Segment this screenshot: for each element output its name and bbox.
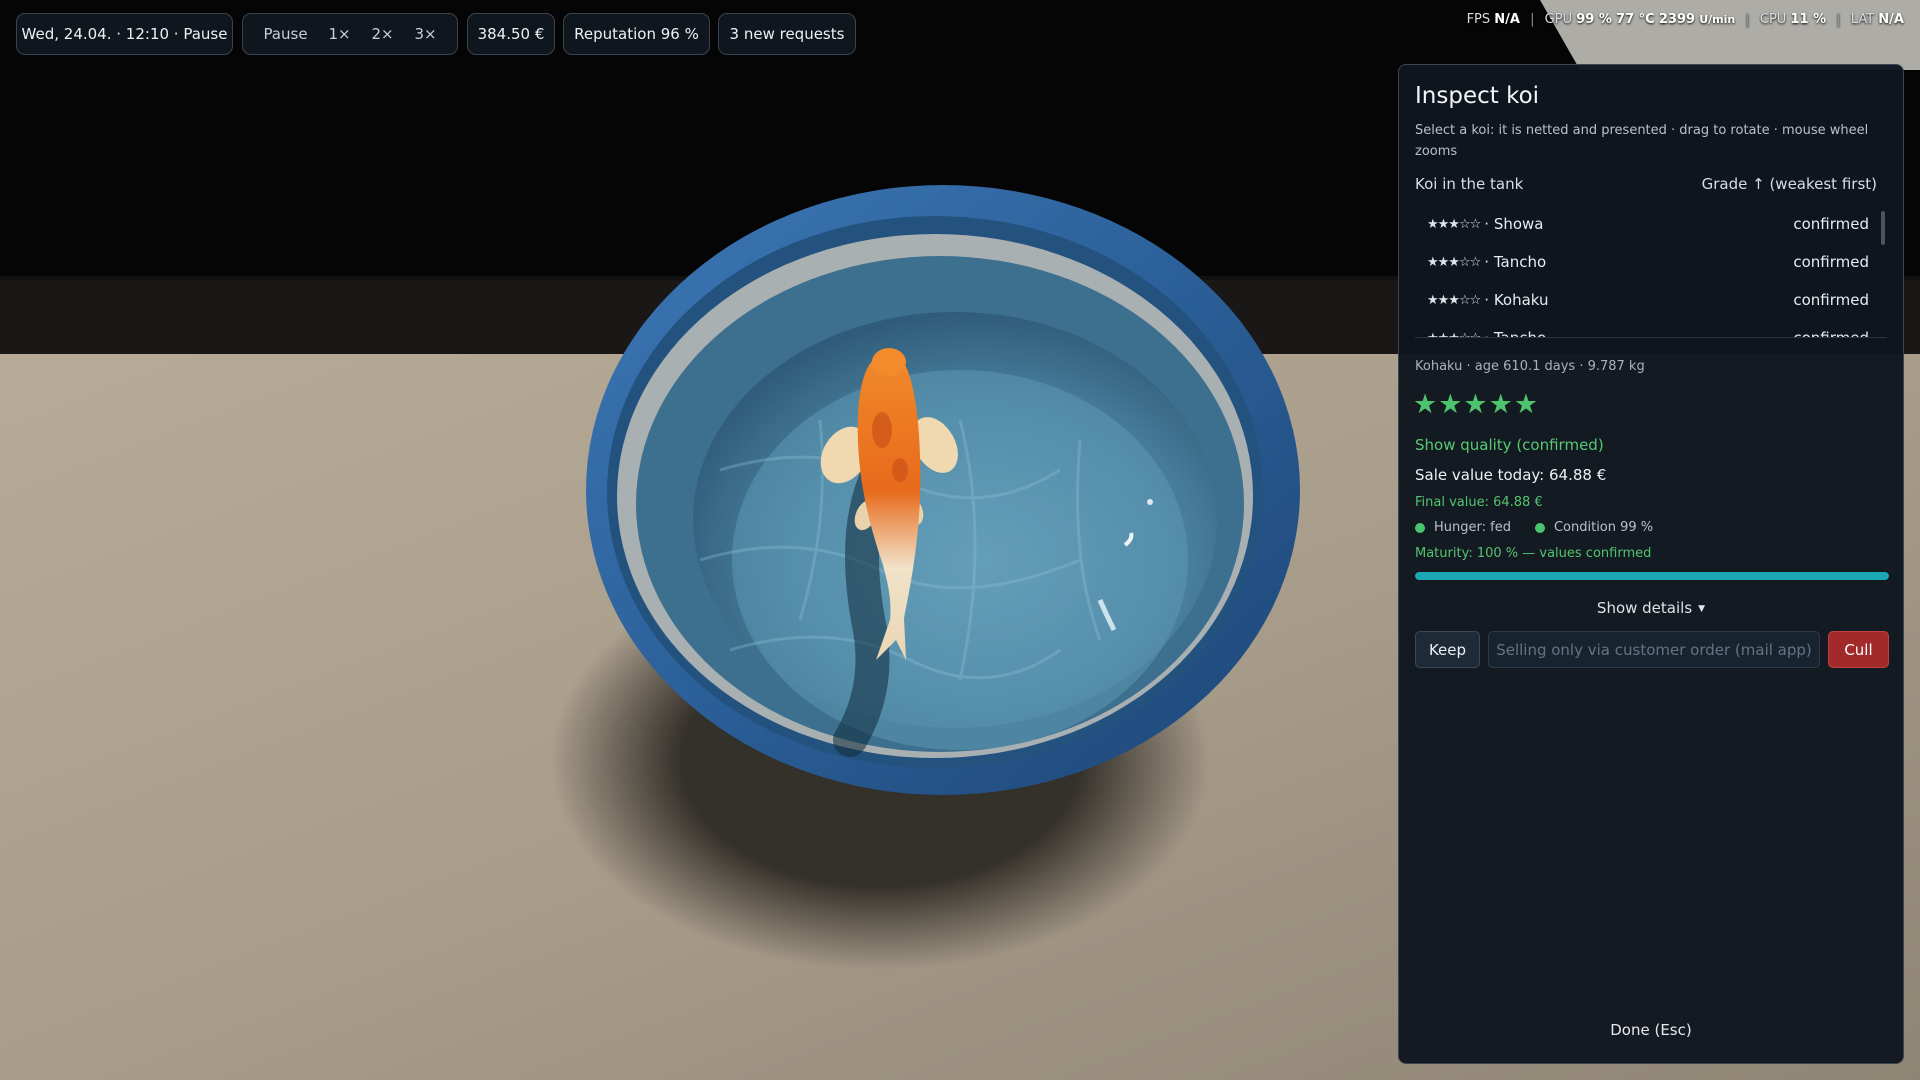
star-icon: ★★★☆☆ [1427, 330, 1481, 338]
gpu-rpm: 2399 [1658, 12, 1696, 27]
koi-status: confirmed [1793, 291, 1869, 309]
star-icon: ★★★☆☆ [1427, 216, 1481, 232]
money-value: 384.50 € [477, 25, 545, 43]
lat-label: LAT [1850, 12, 1875, 27]
fps-value: N/A [1494, 12, 1520, 27]
speed-1x-button[interactable]: 1× [322, 21, 356, 47]
perf-separator: | [1530, 12, 1535, 27]
pause-button[interactable]: Pause [257, 21, 313, 47]
cull-button[interactable]: Cull [1828, 631, 1889, 668]
requests-button[interactable]: 3 new requests [718, 13, 856, 55]
chevron-down-icon: ▼ [1698, 603, 1706, 614]
sell-button-disabled: Selling only via customer order (mail ap… [1488, 631, 1820, 668]
koi-status: confirmed [1793, 329, 1869, 338]
hunger-status: Hunger: fed [1434, 520, 1511, 535]
money-display: 384.50 € [467, 13, 555, 55]
gpu-load: 99 % [1576, 12, 1612, 27]
fps-label: FPS [1466, 12, 1491, 27]
date-time-text: Wed, 24.04. · 12:10 · Pause [21, 25, 228, 43]
perf-separator: | [1745, 12, 1750, 27]
show-quality-label: Show quality (confirmed) [1415, 436, 1604, 454]
gpu-rpm-unit: U/min [1699, 13, 1736, 26]
lat-value: N/A [1878, 12, 1904, 27]
cpu-value: 11 % [1790, 12, 1827, 27]
star-icon: ★★★★★ [1413, 389, 1540, 420]
maturity-progress-fill [1415, 572, 1889, 580]
panel-subtitle: Select a koi: it is netted and presented… [1415, 123, 1869, 159]
koi-status: confirmed [1793, 215, 1869, 233]
gpu-label: GPU [1544, 12, 1573, 27]
koi-status-row: Hunger: fed Condition 99 % [1415, 520, 1653, 535]
koi-list-title: Koi in the tank [1415, 175, 1524, 193]
koi-status: confirmed [1793, 253, 1869, 271]
koi-variety: · Showa [1484, 215, 1544, 233]
star-icon: ★★★☆☆ [1427, 254, 1481, 270]
condition-status: Condition 99 % [1553, 520, 1654, 535]
final-value: Final value: 64.88 € [1415, 495, 1543, 510]
koi-list-item[interactable]: ★★★☆☆ · Kohaku confirmed [1415, 281, 1887, 319]
panel-title: Inspect koi [1415, 83, 1540, 109]
status-dot-icon [1415, 522, 1425, 533]
koi-list-scrollbar[interactable] [1881, 211, 1885, 245]
speed-3x-button[interactable]: 3× [408, 21, 442, 47]
keep-button[interactable]: Keep [1415, 631, 1480, 668]
speed-2x-button[interactable]: 2× [365, 21, 399, 47]
sale-value: Sale value today: 64.88 € [1415, 466, 1607, 484]
reputation-value: Reputation 96 % [574, 25, 699, 43]
cpu-label: CPU [1759, 12, 1787, 27]
inspect-koi-panel: Inspect koi Select a koi: it is netted a… [1398, 64, 1904, 1064]
maturity-label: Maturity: 100 % — values confirmed [1415, 546, 1652, 561]
maturity-progress-bar [1415, 572, 1889, 580]
koi-list-header: Koi in the tank Grade ↑ (weakest first) [1415, 175, 1887, 193]
koi-variety: · Tancho [1484, 253, 1547, 271]
koi-list[interactable]: ★★★☆☆ · Showa confirmed ★★★☆☆ · Tancho c… [1415, 205, 1887, 338]
gpu-temp: 77 °C [1616, 12, 1655, 27]
performance-overlay: FPS N/A | GPU 99 % 77 °C 2399 U/min | CP… [1467, 12, 1904, 27]
koi-meta: Kohaku · age 610.1 days · 9.787 kg [1415, 359, 1645, 374]
show-details-label: Show details [1596, 599, 1693, 617]
game-speed-controls: Pause 1× 2× 3× [242, 13, 458, 55]
koi-list-item[interactable]: ★★★☆☆ · Showa confirmed [1415, 205, 1887, 243]
done-button[interactable]: Done (Esc) [1399, 1021, 1903, 1039]
koi-variety: · Tancho [1484, 329, 1547, 338]
date-time-display: Wed, 24.04. · 12:10 · Pause [16, 13, 233, 55]
sort-grade-button[interactable]: Grade ↑ (weakest first) [1702, 175, 1877, 193]
star-icon: ★★★☆☆ [1427, 292, 1481, 308]
reputation-display: Reputation 96 % [563, 13, 710, 55]
status-dot-icon [1534, 522, 1545, 533]
koi-list-item[interactable]: ★★★☆☆ · Tancho confirmed [1415, 319, 1887, 338]
show-details-toggle[interactable]: Show details ▼ [1399, 599, 1903, 617]
requests-label: 3 new requests [729, 25, 845, 43]
koi-variety: · Kohaku [1484, 291, 1549, 309]
koi-list-item[interactable]: ★★★☆☆ · Tancho confirmed [1415, 243, 1887, 281]
perf-separator: | [1836, 12, 1841, 27]
